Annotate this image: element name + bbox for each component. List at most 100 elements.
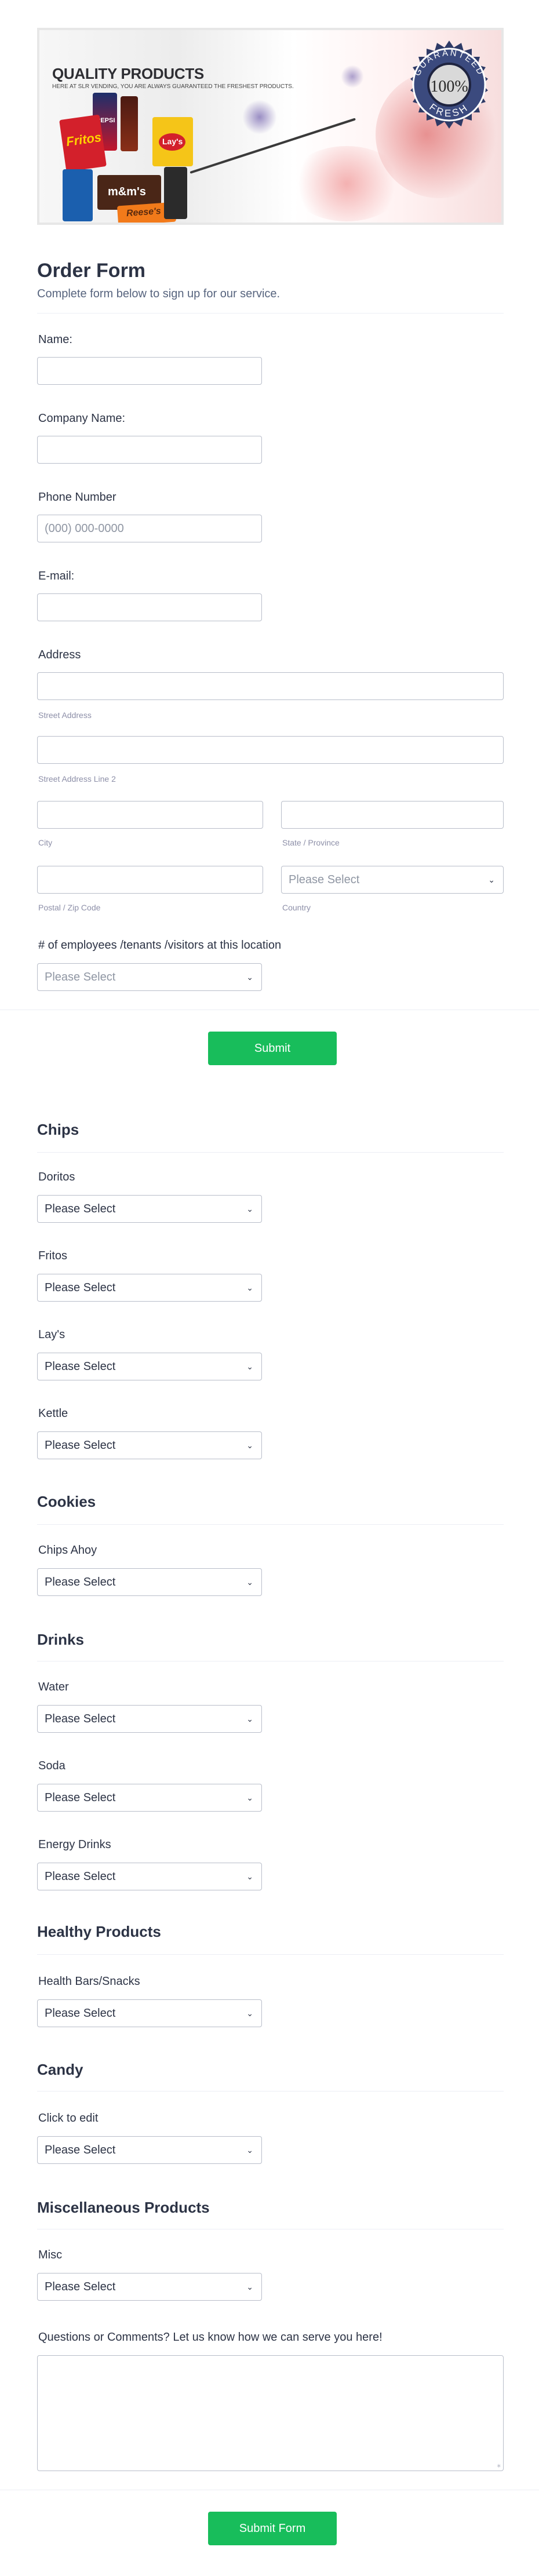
comments-label: Questions or Comments? Let us know how w… <box>38 2331 383 2344</box>
employees-select-value: Please Select <box>45 971 116 983</box>
chevron-down-icon: ⌄ <box>246 2282 253 2291</box>
select-value: Please Select <box>45 2144 116 2156</box>
paint-splash <box>289 146 405 221</box>
section-title-chips: Chips <box>37 1121 79 1138</box>
country-sublabel: Country <box>282 903 311 912</box>
item-label-water: Water <box>38 1681 69 1693</box>
phone-input[interactable]: (000) 000-0000 <box>37 515 262 542</box>
mms-label: m&m's <box>108 185 146 198</box>
section-title-healthy: Healthy Products <box>37 1923 161 1940</box>
address-label: Address <box>38 648 81 661</box>
section-title-misc: Miscellaneous Products <box>37 2199 210 2216</box>
divider <box>37 2091 504 2092</box>
select-value: Please Select <box>45 1203 116 1215</box>
chevron-down-icon: ⌄ <box>246 2009 253 2018</box>
resize-handle-icon[interactable]: ∗ <box>497 2463 501 2469</box>
select-value: Please Select <box>45 2007 116 2020</box>
city-input[interactable] <box>37 801 263 829</box>
name-input[interactable] <box>37 357 262 385</box>
section-title-cookies: Cookies <box>37 1493 96 1510</box>
chevron-down-icon: ⌄ <box>246 1283 253 1292</box>
street-sublabel: Street Address <box>38 711 92 720</box>
postal-sublabel: Postal / Zip Code <box>38 903 101 912</box>
header-banner: QUALITY PRODUCTS HERE AT SLR VENDING, YO… <box>37 28 504 225</box>
email-input[interactable] <box>37 593 262 621</box>
chevron-down-icon: ⌄ <box>246 1441 253 1450</box>
item-label-kettle: Kettle <box>38 1407 68 1420</box>
chevron-down-icon: ⌄ <box>246 1577 253 1587</box>
form-subtitle: Complete form below to sign up for our s… <box>37 287 281 300</box>
banner-tagline: HERE AT SLR VENDING, YOU ARE ALWAYS GUAR… <box>52 83 294 90</box>
form-title: Order Form <box>37 260 146 282</box>
lays-select[interactable]: Please Select ⌄ <box>37 1353 262 1380</box>
section-title-drinks: Drinks <box>37 1631 84 1648</box>
paint-splash <box>341 65 364 88</box>
select-value: Please Select <box>45 1281 116 1294</box>
health-bars-select[interactable]: Please Select ⌄ <box>37 1999 262 2027</box>
item-label-candy: Click to edit <box>38 2112 99 2125</box>
item-label-misc: Misc <box>38 2249 63 2261</box>
state-input[interactable] <box>281 801 504 829</box>
employees-label: # of employees /tenants /visitors at thi… <box>38 939 282 952</box>
guaranteed-fresh-seal-icon: GUARANTEED 100% FRESH <box>410 41 488 129</box>
candy-select[interactable]: Please Select ⌄ <box>37 2136 262 2164</box>
divider <box>37 1661 504 1662</box>
candy-bar <box>164 167 187 219</box>
street2-sublabel: Street Address Line 2 <box>38 774 116 784</box>
chevron-down-icon: ⌄ <box>246 2145 253 2155</box>
postal-input[interactable] <box>37 866 263 894</box>
submit-form-button[interactable]: Submit Form <box>208 2512 337 2545</box>
water-select[interactable]: Please Select ⌄ <box>37 1705 262 1733</box>
chevron-down-icon: ⌄ <box>246 1362 253 1371</box>
chevron-down-icon: ⌄ <box>246 1793 253 1802</box>
item-label-fritos: Fritos <box>38 1249 67 1262</box>
divider <box>37 1954 504 1955</box>
banner-headline: QUALITY PRODUCTS <box>52 65 204 82</box>
select-value: Please Select <box>45 1791 116 1804</box>
divider <box>37 1524 504 1525</box>
soda-select[interactable]: Please Select ⌄ <box>37 1784 262 1812</box>
item-label-chips-ahoy: Chips Ahoy <box>38 1544 97 1557</box>
city-sublabel: City <box>38 838 53 847</box>
chevron-down-icon: ⌄ <box>246 972 253 982</box>
select-value: Please Select <box>45 1576 116 1588</box>
chevron-down-icon: ⌄ <box>246 1714 253 1724</box>
doritos-select[interactable]: Please Select ⌄ <box>37 1195 262 1223</box>
select-value: Please Select <box>45 1713 116 1725</box>
country-select[interactable]: Please Select ⌄ <box>281 866 504 894</box>
country-select-value: Please Select <box>289 873 360 886</box>
item-label-lays: Lay's <box>38 1328 65 1341</box>
select-value: Please Select <box>45 1439 116 1452</box>
seal-middle-text: 100% <box>430 78 468 96</box>
item-label-health-bars: Health Bars/Snacks <box>38 1975 140 1988</box>
chips-ahoy-select[interactable]: Please Select ⌄ <box>37 1568 262 1596</box>
phone-label: Phone Number <box>38 491 116 504</box>
item-label-doritos: Doritos <box>38 1171 75 1183</box>
company-input[interactable] <box>37 436 262 464</box>
lays-label: Lay's <box>162 137 183 146</box>
submit-button[interactable]: Submit <box>208 1032 337 1065</box>
select-value: Please Select <box>45 1870 116 1883</box>
fritos-select[interactable]: Please Select ⌄ <box>37 1274 262 1302</box>
name-label: Name: <box>38 333 72 346</box>
soda-bottle <box>121 96 138 151</box>
comments-textarea[interactable]: ∗ <box>37 2355 504 2471</box>
state-sublabel: State / Province <box>282 838 340 847</box>
misc-select[interactable]: Please Select ⌄ <box>37 2273 262 2301</box>
street-input[interactable] <box>37 672 504 700</box>
chevron-down-icon: ⌄ <box>246 1872 253 1881</box>
employees-select[interactable]: Please Select ⌄ <box>37 963 262 991</box>
energy-drinks-select[interactable]: Please Select ⌄ <box>37 1863 262 1890</box>
chevron-down-icon: ⌄ <box>488 875 495 884</box>
select-value: Please Select <box>45 2280 116 2293</box>
divider <box>37 1152 504 1153</box>
item-label-energy-drinks: Energy Drinks <box>38 1838 111 1851</box>
paint-splash <box>242 100 277 134</box>
chevron-down-icon: ⌄ <box>246 1204 253 1214</box>
kettle-select[interactable]: Please Select ⌄ <box>37 1431 262 1459</box>
snack-bag <box>63 169 93 221</box>
street2-input[interactable] <box>37 736 504 764</box>
email-label: E-mail: <box>38 570 75 582</box>
select-value: Please Select <box>45 1360 116 1373</box>
divider <box>37 313 504 314</box>
